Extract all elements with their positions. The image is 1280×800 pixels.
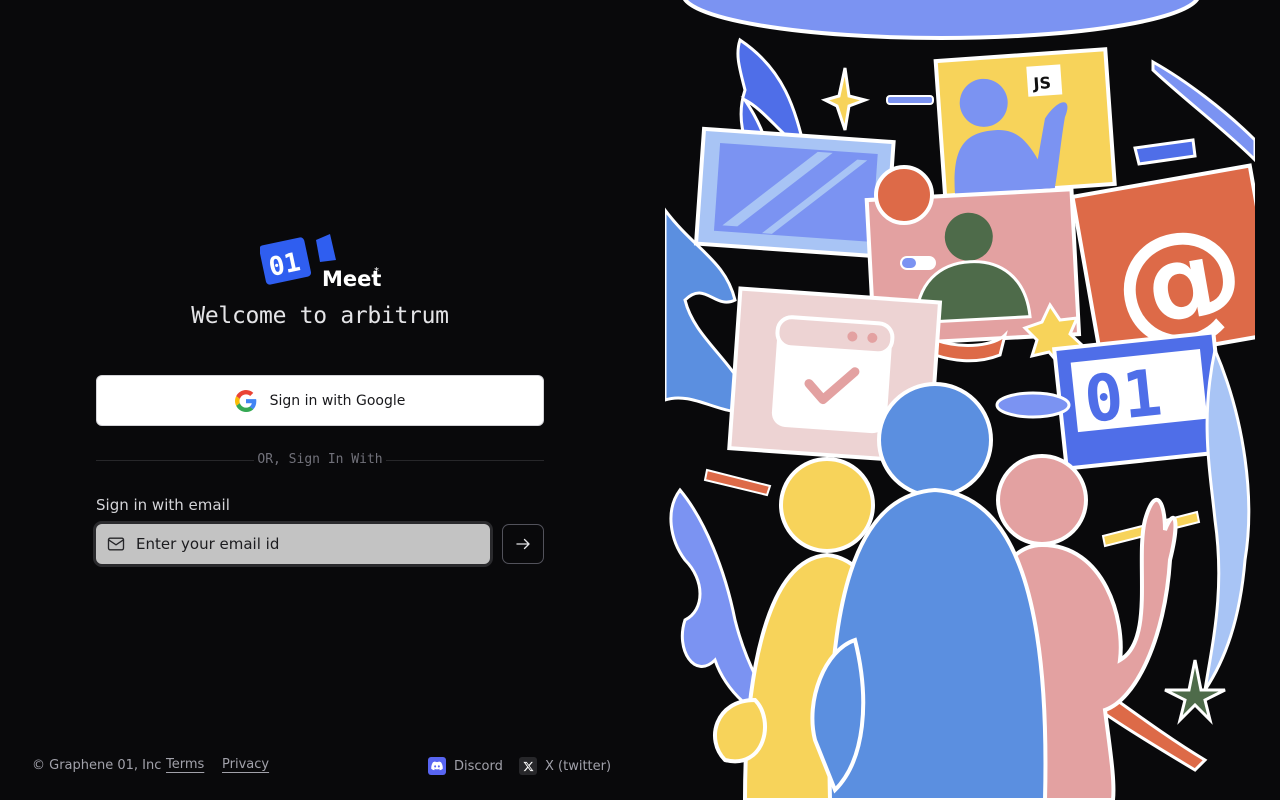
google-signin-button[interactable]: Sign in with Google xyxy=(96,375,544,426)
discord-icon xyxy=(428,757,446,775)
footer: © Graphene 01, Inc Terms Privacy Discord… xyxy=(32,757,622,777)
privacy-link[interactable]: Privacy xyxy=(222,757,269,772)
email-label: Sign in with email xyxy=(96,496,230,514)
x-label: X (twitter) xyxy=(545,758,612,774)
x-twitter-link[interactable]: X (twitter) xyxy=(519,757,611,775)
terms-link[interactable]: Terms xyxy=(166,757,204,772)
logo-text: 01 xyxy=(266,247,303,283)
discord-link[interactable]: Discord xyxy=(428,757,503,775)
email-submit-button[interactable] xyxy=(502,524,544,564)
email-field-box xyxy=(96,524,490,564)
email-field-wrapper xyxy=(93,521,493,567)
email-input[interactable] xyxy=(136,524,490,564)
google-icon xyxy=(234,389,256,412)
copyright-text: © Graphene 01, Inc xyxy=(32,758,162,773)
or-divider: OR, Sign In With xyxy=(96,452,544,470)
mail-icon xyxy=(107,537,125,551)
app-logo: 01 Meet * xyxy=(260,234,381,290)
login-panel: 01 Meet * Welcome to arbitrum Sign in wi… xyxy=(0,0,640,800)
google-signin-label: Sign in with Google xyxy=(269,392,406,409)
arrow-right-icon xyxy=(516,538,530,550)
x-icon xyxy=(519,757,537,775)
logo-subtext: Meet xyxy=(322,267,381,290)
divider-line xyxy=(386,460,544,461)
discord-label: Discord xyxy=(454,758,503,774)
hero-illustration: JS @ 01 xyxy=(665,0,1255,800)
js-badge-text: JS xyxy=(1032,73,1052,93)
svg-text:*: * xyxy=(374,266,379,277)
board-text: 01 xyxy=(1081,356,1165,438)
welcome-heading: Welcome to arbitrum xyxy=(191,303,449,329)
